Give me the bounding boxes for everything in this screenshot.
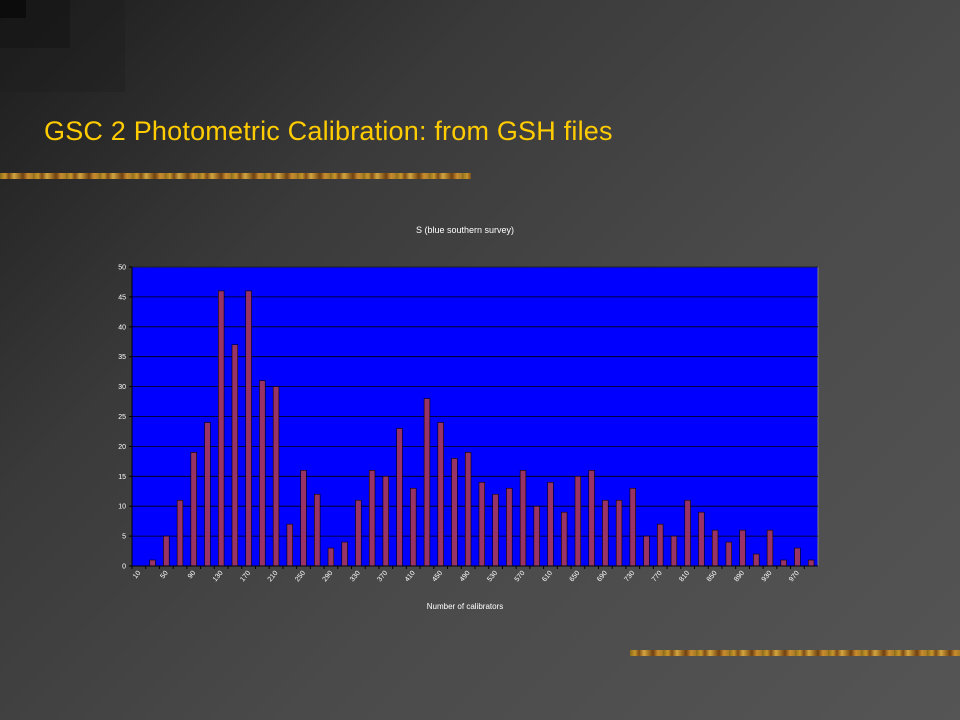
bar bbox=[807, 559, 815, 567]
bar bbox=[464, 452, 472, 567]
bar-chart: 0 5 10 15 20 25 30 35 40 45 50 10 50 90 130 170 210 250 2… bbox=[118, 225, 819, 611]
bar bbox=[588, 470, 595, 567]
bar bbox=[396, 428, 403, 567]
bar bbox=[204, 422, 211, 567]
x-tick-label: 970 bbox=[788, 570, 801, 584]
bar bbox=[698, 511, 705, 567]
x-tick-label: 170 bbox=[239, 570, 252, 584]
y-tick-label: 25 bbox=[118, 414, 126, 421]
y-tick-label: 0 bbox=[122, 564, 126, 571]
bar bbox=[190, 452, 197, 567]
chart-title: S (blue southern survey) bbox=[416, 225, 514, 235]
x-tick-label: 650 bbox=[569, 570, 582, 584]
bar bbox=[368, 470, 376, 567]
bar bbox=[410, 487, 417, 567]
x-tick-label: 890 bbox=[733, 570, 746, 584]
y-tick-label: 20 bbox=[118, 444, 126, 451]
bar bbox=[423, 398, 431, 567]
bar bbox=[272, 386, 280, 567]
x-tick-label: 130 bbox=[212, 570, 225, 584]
bar bbox=[437, 422, 444, 567]
x-tick-label: 410 bbox=[404, 570, 417, 584]
bar bbox=[382, 475, 390, 567]
x-tick-label: 530 bbox=[486, 570, 499, 584]
x-tick-label: 370 bbox=[376, 570, 389, 584]
bar bbox=[766, 529, 774, 567]
bar bbox=[259, 380, 266, 567]
x-tick-label: 490 bbox=[459, 570, 472, 584]
x-tick-label: 730 bbox=[623, 570, 636, 584]
x-tick-label: 210 bbox=[267, 570, 280, 584]
bar bbox=[670, 535, 678, 567]
x-tick-label: 90 bbox=[187, 570, 197, 581]
y-tick-label: 5 bbox=[122, 534, 126, 541]
y-tick-label: 50 bbox=[118, 265, 126, 272]
x-tick-label: 450 bbox=[431, 570, 444, 584]
bar bbox=[231, 344, 239, 567]
bar bbox=[355, 499, 362, 567]
bar bbox=[560, 511, 568, 567]
bar bbox=[615, 499, 623, 567]
x-tick-label: 290 bbox=[322, 570, 335, 584]
y-tick-label: 10 bbox=[118, 504, 126, 511]
bar bbox=[217, 290, 225, 567]
bar bbox=[341, 541, 348, 567]
bar bbox=[519, 470, 527, 567]
bar bbox=[725, 541, 733, 567]
x-tick-label: 930 bbox=[761, 570, 774, 584]
bar bbox=[684, 499, 691, 567]
bar bbox=[547, 481, 554, 567]
bar bbox=[794, 547, 801, 567]
bar bbox=[492, 493, 499, 567]
bar bbox=[629, 487, 636, 567]
y-tick-label: 30 bbox=[118, 384, 126, 391]
x-tick-label: 770 bbox=[651, 570, 664, 584]
bar bbox=[314, 493, 321, 567]
x-tick-label: 810 bbox=[678, 570, 691, 584]
x-tick-label: 250 bbox=[294, 570, 307, 584]
bar bbox=[533, 505, 540, 567]
bar bbox=[451, 458, 458, 567]
x-tick-label: 330 bbox=[349, 570, 362, 584]
bar bbox=[149, 559, 156, 567]
bar bbox=[286, 523, 293, 567]
x-tick-label: 690 bbox=[596, 570, 609, 584]
y-axis-ticks: 0 5 10 15 20 25 30 35 40 45 50 bbox=[118, 265, 132, 571]
bar bbox=[657, 523, 664, 567]
bar bbox=[245, 290, 252, 567]
y-tick-label: 40 bbox=[118, 324, 126, 331]
x-axis-label: Number of calibrators bbox=[427, 602, 503, 611]
bar bbox=[176, 499, 184, 567]
bar bbox=[506, 487, 513, 567]
bar bbox=[602, 499, 609, 567]
bar bbox=[643, 535, 650, 567]
x-axis-ticks: 10 50 90 130 170 210 250 290 330 370 410 450 490 530 5… bbox=[131, 566, 805, 584]
y-tick-label: 15 bbox=[118, 474, 126, 481]
bar bbox=[739, 529, 746, 567]
bar bbox=[780, 559, 787, 567]
x-tick-label: 610 bbox=[541, 570, 554, 584]
x-tick-label: 50 bbox=[159, 570, 169, 581]
bar bbox=[163, 535, 170, 567]
y-tick-label: 35 bbox=[118, 354, 126, 361]
x-tick-label: 850 bbox=[706, 570, 719, 584]
bar bbox=[574, 475, 582, 567]
bar bbox=[711, 529, 719, 567]
bar bbox=[753, 553, 760, 567]
y-tick-label: 45 bbox=[118, 294, 126, 301]
x-tick-label: 10 bbox=[132, 570, 142, 581]
bar bbox=[478, 481, 486, 567]
bar bbox=[300, 470, 307, 567]
x-tick-label: 570 bbox=[514, 570, 527, 584]
bar bbox=[327, 547, 335, 567]
